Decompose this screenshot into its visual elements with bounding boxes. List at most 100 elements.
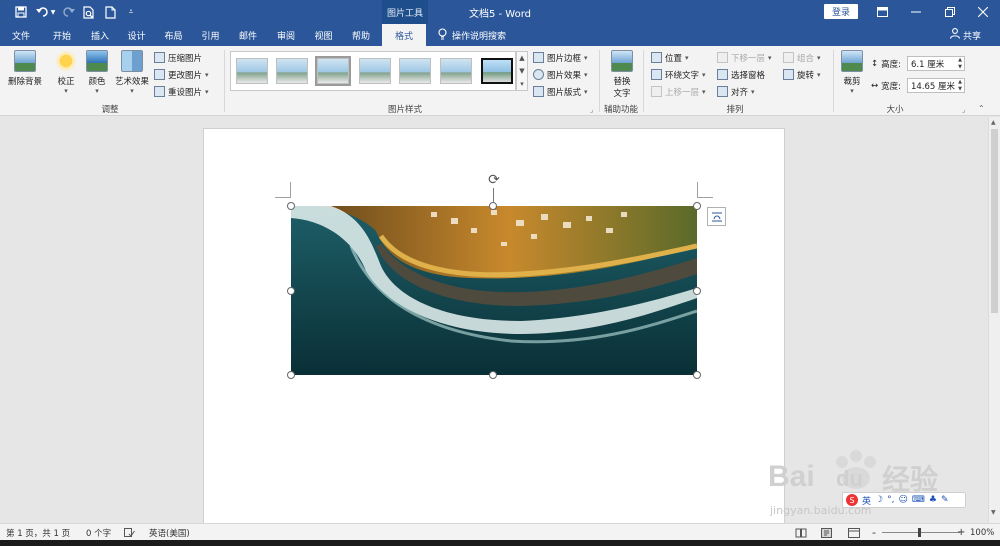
watermark: Bai du 经验 jingyan.baidu.com <box>766 446 956 520</box>
layout-options-icon[interactable] <box>707 207 726 226</box>
dialog-launcher-icon[interactable]: ⌟ <box>962 106 965 114</box>
resize-handle-left[interactable] <box>287 287 295 295</box>
chevron-down-icon: ▾ <box>751 87 755 96</box>
read-mode-icon[interactable] <box>795 524 807 541</box>
zoom-slider[interactable] <box>882 524 960 541</box>
customize-qat-icon[interactable]: ⩡ <box>122 3 140 21</box>
picture-style-thumb[interactable] <box>399 58 431 84</box>
resize-handle-right[interactable] <box>693 287 701 295</box>
rotate-icon[interactable]: ⟳ <box>486 172 502 188</box>
language-status[interactable]: 英语(美国) <box>149 524 190 541</box>
align-button[interactable]: 对齐 ▾ <box>717 84 755 99</box>
reset-picture-button[interactable]: 重设图片 ▾ <box>154 84 209 99</box>
tab-layout[interactable]: 布局 <box>155 24 192 46</box>
collapse-ribbon-icon[interactable]: ⌃ <box>978 104 985 113</box>
height-spinner[interactable]: ▲ ▼ <box>958 57 962 71</box>
zoom-slider-thumb[interactable] <box>918 528 921 537</box>
group-objects-label: 组合 <box>797 53 815 64</box>
tab-file[interactable]: 文件 <box>0 24 42 46</box>
position-button[interactable]: 位置 ▾ <box>651 50 689 65</box>
resize-handle-bottom-left[interactable] <box>287 371 295 379</box>
chevron-down-icon[interactable]: ▼ <box>519 67 524 75</box>
scroll-down-icon[interactable]: ▼ <box>991 509 996 516</box>
picture-style-thumb[interactable] <box>315 56 351 86</box>
sogou-ime-icon[interactable]: S <box>846 494 858 506</box>
tab-references[interactable]: 引用 <box>192 24 229 46</box>
tab-help[interactable]: 帮助 <box>342 24 380 46</box>
width-input[interactable]: 14.65 厘米 ▲ ▼ <box>907 78 965 93</box>
dialog-launcher-icon[interactable]: ⌟ <box>590 106 593 114</box>
proofing-icon[interactable] <box>124 524 135 541</box>
print-layout-icon[interactable] <box>821 524 832 541</box>
scroll-up-icon[interactable]: ▲ <box>991 119 996 126</box>
color-button[interactable]: 颜色 ▾ <box>84 50 110 95</box>
resize-handle-top[interactable] <box>489 202 497 210</box>
picture-border-button[interactable]: 图片边框 ▾ <box>533 50 588 65</box>
skin-icon[interactable]: ♣ <box>929 495 937 505</box>
more-icon[interactable]: ▾ <box>520 80 524 88</box>
undo-dropdown-icon[interactable]: ▼ <box>49 3 57 21</box>
tell-me-search[interactable]: 操作说明搜索 <box>438 24 506 46</box>
login-button[interactable]: 登录 <box>824 4 858 19</box>
alt-text-button[interactable]: 替换 文字 <box>605 50 639 99</box>
save-icon[interactable] <box>12 3 30 21</box>
web-layout-icon[interactable] <box>848 524 860 541</box>
restore-icon[interactable] <box>933 0 967 24</box>
resize-handle-bottom[interactable] <box>489 371 497 379</box>
change-picture-button[interactable]: 更改图片 ▾ <box>154 67 209 82</box>
picture-layout-button[interactable]: 图片版式 ▾ <box>533 84 588 99</box>
zoom-level[interactable]: 100% <box>970 524 994 541</box>
picture-style-thumb[interactable] <box>440 58 472 84</box>
tab-insert[interactable]: 插入 <box>82 24 118 46</box>
print-preview-icon[interactable] <box>80 3 98 21</box>
close-icon[interactable] <box>966 0 1000 24</box>
zoom-in-button[interactable]: + <box>957 524 965 541</box>
picture-effects-button[interactable]: 图片效果 ▾ <box>533 67 588 82</box>
resize-handle-bottom-right[interactable] <box>693 371 701 379</box>
punctuation-icon[interactable]: °, <box>887 495 894 505</box>
ribbon-display-icon[interactable] <box>865 0 899 24</box>
wrap-text-button[interactable]: 环绕文字 ▾ <box>651 67 706 82</box>
resize-handle-top-left[interactable] <box>287 202 295 210</box>
gallery-scroll[interactable]: ▲ ▼ ▾ <box>516 51 528 91</box>
picture-style-thumb[interactable] <box>359 58 391 84</box>
remove-background-button[interactable]: 删除背景 <box>5 50 45 87</box>
scroll-thumb[interactable] <box>991 129 998 313</box>
tab-format[interactable]: 格式 <box>382 24 426 46</box>
tab-home[interactable]: 开始 <box>42 24 82 46</box>
selected-picture[interactable] <box>291 206 697 375</box>
emoji-icon[interactable]: ☺ <box>898 495 907 505</box>
half-width-icon[interactable]: ☽ <box>875 495 883 505</box>
new-doc-icon[interactable] <box>101 3 119 21</box>
width-spinner[interactable]: ▲ ▼ <box>958 79 962 93</box>
zoom-slider-track[interactable] <box>882 528 960 537</box>
rotate-button[interactable]: 旋转 ▾ <box>783 67 821 82</box>
artistic-effects-button[interactable]: 艺术效果 ▾ <box>113 50 151 95</box>
selection-pane-button[interactable]: 选择窗格 <box>717 67 765 82</box>
tab-view[interactable]: 视图 <box>305 24 342 46</box>
picture-style-thumb[interactable] <box>276 58 308 84</box>
chevron-up-icon[interactable]: ▲ <box>519 54 524 62</box>
ime-language[interactable]: 英 <box>862 494 871 507</box>
tell-me-label: 操作说明搜索 <box>452 31 507 42</box>
compress-pictures-button[interactable]: 压缩图片 <box>154 50 202 65</box>
settings-wrench-icon[interactable]: ✎ <box>941 495 949 505</box>
zoom-out-button[interactable]: - <box>872 524 876 541</box>
vertical-scrollbar[interactable]: ▲ ▼ <box>988 117 1000 523</box>
tab-mailings[interactable]: 邮件 <box>229 24 267 46</box>
word-count[interactable]: 0 个字 <box>86 524 111 541</box>
ime-toolbar[interactable]: S 英 ☽ °, ☺ ⌨ ♣ ✎ <box>842 492 966 508</box>
tab-review[interactable]: 审阅 <box>267 24 305 46</box>
keyboard-icon[interactable]: ⌨ <box>912 495 925 505</box>
minimize-icon[interactable] <box>899 0 933 24</box>
resize-handle-top-right[interactable] <box>693 202 701 210</box>
tab-design[interactable]: 设计 <box>118 24 155 46</box>
picture-style-thumb[interactable] <box>236 58 268 84</box>
crop-button[interactable]: 裁剪 ▾ <box>838 50 866 95</box>
page-count[interactable]: 第 1 页，共 1 页 <box>6 524 70 541</box>
height-input[interactable]: 6.1 厘米 ▲ ▼ <box>907 56 965 71</box>
corrections-button[interactable]: 校正 ▾ <box>52 50 80 95</box>
share-button[interactable]: 共享 <box>949 24 981 46</box>
picture-style-thumb[interactable] <box>481 58 513 84</box>
change-picture-icon <box>154 69 165 80</box>
